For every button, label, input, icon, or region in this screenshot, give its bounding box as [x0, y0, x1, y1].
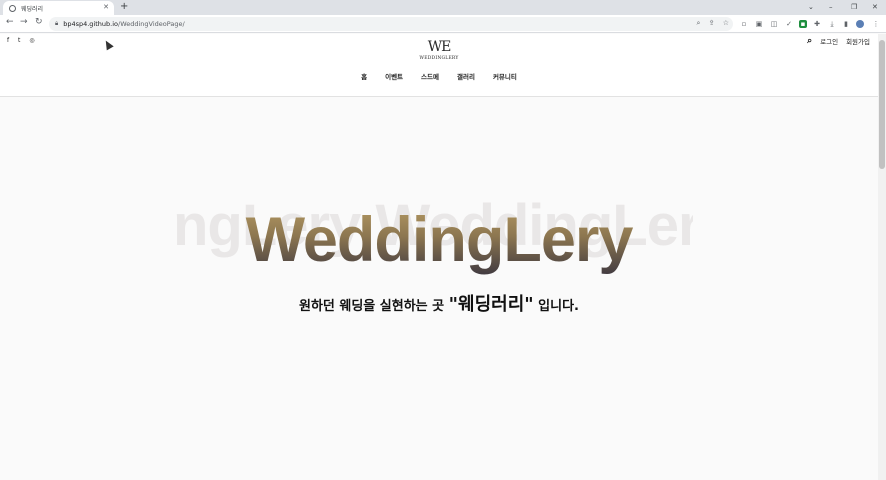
nav-item-gallery[interactable]: 갤러리 — [457, 71, 475, 81]
browser-tab-active[interactable]: 웨딩러리 ✕ — [3, 1, 114, 15]
nav-item-event[interactable]: 이벤트 — [385, 71, 403, 81]
extension-icon[interactable]: ✓ — [785, 20, 793, 28]
download-icon[interactable]: ⤓ — [828, 20, 836, 28]
tagline-brand: "웨딩러리" — [448, 294, 534, 315]
new-tab-button[interactable]: + — [120, 1, 128, 12]
share-icon[interactable]: ⇪ — [709, 19, 715, 27]
bookmark-star-icon[interactable]: ☆ — [723, 19, 729, 27]
maximize-button[interactable]: ❐ — [851, 0, 857, 14]
puzzle-icon[interactable]: ✚ — [813, 20, 821, 28]
tab-close-icon[interactable]: ✕ — [103, 3, 109, 11]
tab-search-icon[interactable]: ⌄ — [808, 0, 814, 14]
back-button[interactable]: ← — [6, 17, 14, 27]
url-path: /WeddingVideoPage/ — [118, 20, 185, 28]
web-page: f t ◎ WE WEDDINGLERY ⌕ 로그인 회원가입 홈 이벤트 스드… — [0, 34, 878, 480]
omnibox-actions: ⌕ ⇪ ☆ — [690, 19, 729, 28]
hero-title: WeddingLery — [0, 204, 878, 276]
site-logo[interactable]: WE WEDDINGLERY — [419, 38, 459, 66]
extension-icon[interactable]: ▪ — [799, 20, 807, 28]
tagline-text-end: 입니다. — [533, 299, 580, 314]
search-icon[interactable]: ⌕ — [807, 36, 812, 46]
globe-icon — [9, 4, 16, 12]
nav-item-home[interactable]: 홈 — [361, 71, 367, 81]
logo-text: WEDDINGLERY — [419, 56, 459, 61]
side-panel-icon[interactable]: ▮ — [842, 20, 850, 28]
logo-mark: WE — [427, 39, 452, 55]
scrollbar-thumb[interactable] — [879, 40, 885, 169]
facebook-icon[interactable]: f — [7, 37, 9, 44]
nav-item-community[interactable]: 커뮤니티 — [493, 71, 517, 81]
twitter-icon[interactable]: t — [18, 37, 20, 44]
tab-title: 웨딩러리 — [21, 5, 44, 13]
url-host: bp4sp4.github.io — [63, 20, 118, 28]
social-links: f t ◎ — [7, 37, 42, 44]
lock-icon: 🔒︎ — [55, 20, 59, 27]
scrollbar[interactable] — [878, 34, 886, 480]
extension-icon[interactable]: ▣ — [755, 20, 763, 28]
menu-kebab-icon[interactable]: ⋮ — [872, 20, 880, 28]
minimize-button[interactable]: – — [829, 0, 833, 14]
hero-tagline: 원하던 웨딩을 실현하는 곳 "웨딩러리" 입니다. — [0, 290, 878, 316]
extension-icon[interactable]: ◫ — [770, 20, 778, 28]
nav-item-sdm[interactable]: 스드메 — [421, 71, 439, 81]
instagram-icon[interactable]: ◎ — [29, 37, 34, 44]
extension-icon[interactable]: ▫ — [740, 20, 748, 28]
browser-toolbar: ← → ↻ 🔒︎ bp4sp4.github.io/WeddingVideoPa… — [0, 15, 886, 33]
tab-strip: 웨딩러리 ✕ + ⌄ – ❐ ✕ — [0, 0, 886, 15]
signup-link[interactable]: 회원가입 — [846, 36, 870, 46]
login-link[interactable]: 로그인 — [820, 36, 838, 46]
header-utilities: ⌕ 로그인 회원가입 — [799, 36, 870, 46]
tagline-text: 원하던 웨딩을 실현하는 곳 — [298, 299, 449, 314]
main-nav: 홈 이벤트 스드메 갤러리 커뮤니티 — [0, 71, 878, 81]
site-header: f t ◎ WE WEDDINGLERY ⌕ 로그인 회원가입 홈 이벤트 스드… — [0, 34, 878, 97]
profile-avatar[interactable] — [856, 20, 864, 28]
zoom-icon[interactable]: ⌕ — [696, 19, 700, 27]
window-close-button[interactable]: ✕ — [872, 0, 878, 14]
address-bar[interactable]: 🔒︎ bp4sp4.github.io/WeddingVideoPage/ ⌕ … — [49, 17, 733, 31]
reload-button[interactable]: ↻ — [35, 17, 43, 27]
forward-button[interactable]: → — [20, 17, 28, 27]
